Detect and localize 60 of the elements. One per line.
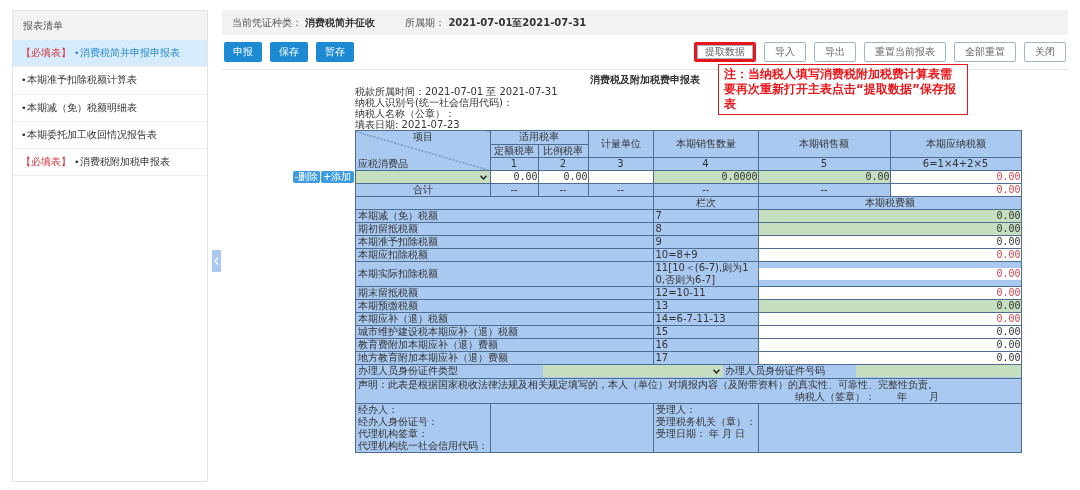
toolbar-button[interactable]: 全部重置 — [954, 42, 1016, 63]
toolbar-button[interactable]: 提取数据 — [694, 42, 756, 63]
field-label: 代理机构签章： — [357, 428, 429, 440]
signature-label: 年 — [896, 391, 907, 404]
sidebar-item[interactable]: 【必填表】 •消费税简并申报申报表 — [13, 40, 207, 68]
field-label: 受理日期： 年 月 日 — [655, 428, 747, 441]
column-header: 本期销售额 — [758, 130, 890, 158]
signature-label: 月 — [928, 391, 939, 404]
amount-field[interactable]: 0.00 — [758, 339, 1021, 352]
sidebar-title: 报表清单 — [13, 11, 207, 40]
dropdown-field[interactable] — [355, 171, 490, 184]
row-label: 本期实际扣除税额 — [355, 261, 653, 287]
amount-field[interactable]: 0.00 — [890, 184, 1021, 197]
action-button[interactable]: 暂存 — [316, 42, 354, 63]
field-label: 受理人： — [655, 404, 696, 417]
column-number: 11[10＜(6-7),则为10,否则为6-7] — [653, 261, 758, 287]
info-line: 纳税人名称（公章）： — [355, 108, 455, 120]
toolbar-button[interactable]: 导出 — [814, 42, 856, 63]
column-header: 应税消费品 — [356, 158, 409, 171]
toolbar-button[interactable]: 关闭 — [1024, 42, 1066, 63]
amount-field[interactable]: 0.00 — [758, 223, 1021, 236]
signature-label: 纳税人（签章）： — [794, 391, 875, 404]
amount-field[interactable]: 0.00 — [758, 313, 1021, 326]
amount-field[interactable]: 0.0000 — [653, 171, 758, 184]
collapse-handle[interactable] — [212, 250, 221, 272]
amount-field[interactable]: 0.00 — [758, 287, 1021, 300]
toolbar-button[interactable]: 重置当前报表 — [864, 42, 946, 63]
amount-field[interactable]: 0.00 — [758, 352, 1021, 365]
voucher-type-text: 当前凭证种类： 消费税简并征收 — [232, 16, 376, 30]
amount-field[interactable]: 0.00 — [758, 171, 890, 184]
toolbar-button[interactable]: 导入 — [764, 42, 806, 63]
info-line: 税款所属时间：2021-07-01 至 2021-07-31 — [355, 86, 558, 98]
field-label: 代理机构统一社会信用代码： — [357, 440, 488, 453]
field-label: 受理税务机关（章）： — [655, 416, 756, 428]
period-text: 所属期： 2021-07-01至2021-07-31 — [405, 16, 587, 30]
column-header: 计量单位 — [588, 130, 653, 158]
amount-field[interactable]: 0.00 — [758, 326, 1021, 339]
chevron-down-icon — [479, 174, 487, 180]
column-header: 项目 — [411, 131, 434, 144]
info-line: 纳税人识别号(统一社会信用代码)： — [355, 97, 513, 109]
info-line: 填表日期: 2021-07-23 — [355, 119, 460, 131]
amount-field[interactable]: 0.00 — [758, 268, 1021, 281]
form-title: 消费税及附加税费申报表 — [590, 74, 700, 87]
amount-field[interactable]: 0.00 — [490, 171, 538, 184]
amount-field[interactable]: 0.00 — [538, 171, 588, 184]
field-label: 经办人身份证号： — [357, 416, 439, 428]
chevron-left-icon — [214, 257, 219, 265]
amount-field[interactable]: 0.00 — [758, 236, 1021, 249]
annotation-callout: 注：当纳税人填写消费税附加税费计算表需要再次重新打开主表点击“提取数据”保存报表 — [718, 64, 968, 115]
column-header: 适用税率 — [490, 130, 588, 145]
statement-text: 声明：此表是根据国家税收法律法规及相关规定填写的，本人（单位）对填报内容（及附带资料）的真实性、可靠性、完整性负责。 — [357, 379, 939, 391]
amount-field[interactable]: 0.00 — [758, 300, 1021, 313]
column-header: 本期应纳税额 — [890, 130, 1021, 158]
amount-field[interactable]: 0.00 — [758, 210, 1021, 223]
field-label: 经办人： — [357, 404, 399, 416]
action-button[interactable]: 保存 — [270, 42, 308, 63]
amount-field[interactable]: 0.00 — [758, 249, 1021, 262]
amount-field[interactable]: 0.00 — [890, 171, 1021, 184]
column-header: 本期销售数量 — [653, 130, 758, 158]
action-button[interactable]: 申报 — [224, 42, 262, 63]
